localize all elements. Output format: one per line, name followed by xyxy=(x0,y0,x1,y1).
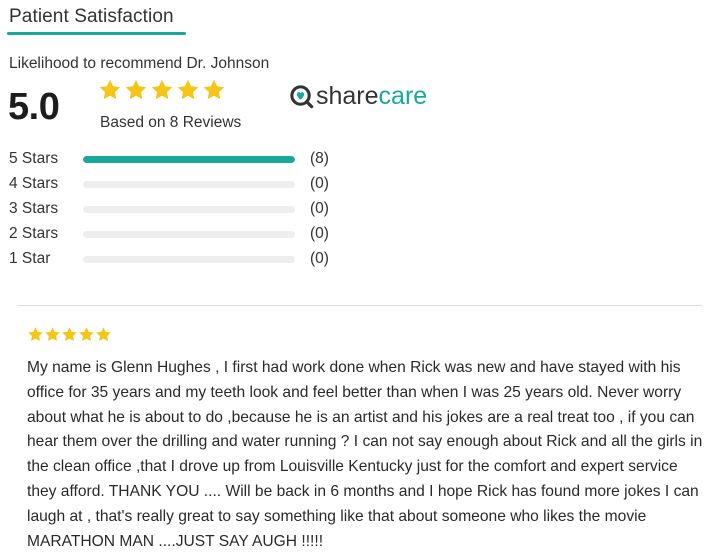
review-stars xyxy=(27,326,112,343)
section-divider xyxy=(17,305,702,306)
rating-bar-fill xyxy=(83,156,295,163)
average-score: 5.0 xyxy=(8,86,60,128)
rating-count: (0) xyxy=(310,175,329,192)
rating-bar-track xyxy=(83,231,295,238)
review-text: My name is Glenn Hughes , I first had wo… xyxy=(27,359,703,550)
rating-bar-track xyxy=(83,181,295,188)
star-icon xyxy=(96,327,111,342)
rating-row-3: 3 Stars (0) xyxy=(9,200,349,225)
logo-text-share: share xyxy=(316,81,379,110)
star-icon xyxy=(45,327,60,342)
rating-label: 2 Stars xyxy=(9,225,59,242)
rating-bar-track xyxy=(83,156,295,163)
rating-count: (0) xyxy=(310,200,329,217)
star-icon xyxy=(125,79,147,100)
sharecare-logo[interactable]: share care xyxy=(289,80,427,112)
star-icon xyxy=(177,79,199,100)
sharecare-heart-search-icon xyxy=(290,84,314,108)
rating-count: (0) xyxy=(310,250,329,267)
star-icon xyxy=(151,79,173,100)
star-icon xyxy=(28,327,43,342)
rating-label: 5 Stars xyxy=(9,150,59,167)
rating-row-5: 5 Stars (8) xyxy=(9,150,349,175)
rating-label: 3 Stars xyxy=(9,200,59,217)
section-title: Patient Satisfaction xyxy=(9,6,174,27)
rating-row-2: 2 Stars (0) xyxy=(9,225,349,250)
rating-label: 4 Stars xyxy=(9,175,59,192)
rating-label: 1 Star xyxy=(9,250,51,267)
star-icon xyxy=(62,327,77,342)
star-icon xyxy=(99,79,121,100)
star-icon xyxy=(203,79,225,100)
recommend-subtitle: Likelihood to recommend Dr. Johnson xyxy=(9,55,270,72)
rating-breakdown: 5 Stars (8) 4 Stars (0) 3 Stars (0) 2 St… xyxy=(9,150,349,275)
section-title-underline xyxy=(7,32,186,35)
rating-bar-track xyxy=(83,256,295,263)
rating-bar-track xyxy=(83,206,295,213)
logo-text-care: care xyxy=(378,81,428,110)
rating-row-4: 4 Stars (0) xyxy=(9,175,349,200)
rating-count: (8) xyxy=(310,150,329,167)
rating-row-1: 1 Star (0) xyxy=(9,250,349,275)
rating-count: (0) xyxy=(310,225,329,242)
summary-stars xyxy=(98,78,226,102)
review-count-label: Based on 8 Reviews xyxy=(100,114,242,131)
star-icon xyxy=(79,327,94,342)
